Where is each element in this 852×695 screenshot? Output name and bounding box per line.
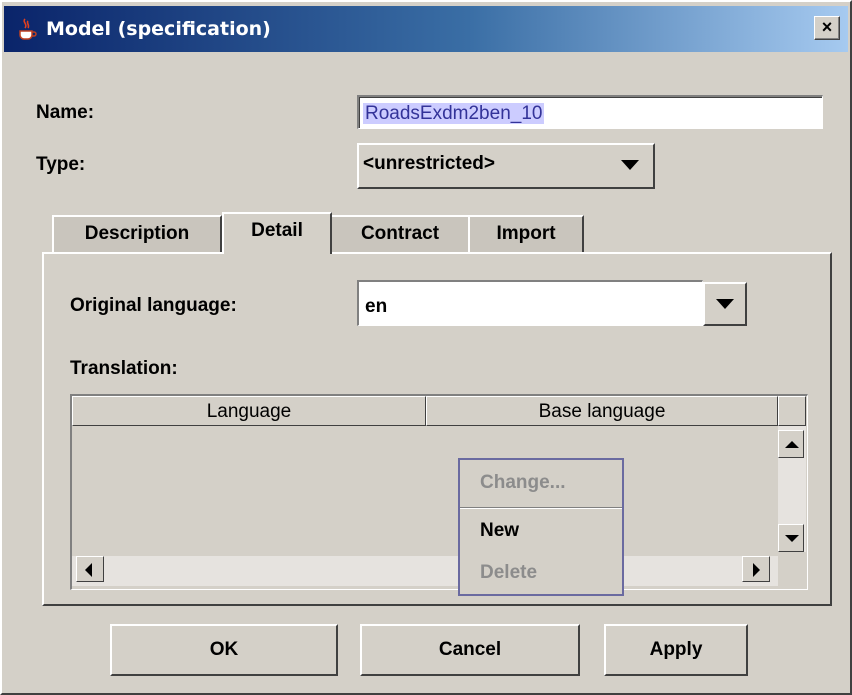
- original-language-dropdown-button[interactable]: [703, 282, 747, 326]
- column-header-base-language[interactable]: Base language: [426, 396, 778, 426]
- title-bar[interactable]: Model (specification) ×: [4, 6, 848, 52]
- close-button[interactable]: ×: [814, 16, 840, 40]
- scroll-right-button[interactable]: [742, 556, 770, 582]
- scroll-left-button[interactable]: [76, 556, 104, 582]
- chevron-down-icon: [716, 299, 734, 309]
- context-menu-delete[interactable]: Delete: [480, 562, 537, 584]
- tab-import[interactable]: Import: [468, 215, 584, 253]
- arrow-down-icon: [785, 535, 799, 542]
- original-language-field[interactable]: en: [357, 280, 703, 326]
- context-menu: Change... New Delete: [458, 458, 624, 596]
- column-header-corner: [778, 396, 806, 426]
- type-label: Type:: [36, 154, 86, 175]
- column-header-base-language-label: Base language: [538, 401, 666, 422]
- java-cup-icon: [14, 16, 40, 42]
- window-title: Model (specification): [46, 18, 271, 40]
- tab-detail[interactable]: Detail: [222, 212, 332, 254]
- translation-label: Translation:: [70, 358, 178, 379]
- type-dropdown-value: <unrestricted>: [363, 153, 495, 174]
- tab-detail-label: Detail: [251, 220, 303, 241]
- name-input[interactable]: RoadsExdm2ben_10: [357, 95, 823, 129]
- dialog-window: Model (specification) × Name: RoadsExdm2…: [0, 0, 852, 695]
- apply-button[interactable]: Apply: [604, 624, 748, 676]
- name-input-value: RoadsExdm2ben_10: [363, 103, 545, 124]
- close-icon: ×: [821, 17, 833, 37]
- context-menu-separator: [460, 507, 622, 509]
- type-dropdown[interactable]: <unrestricted>: [357, 143, 655, 189]
- column-header-language-label: Language: [206, 401, 292, 422]
- tab-import-label: Import: [496, 223, 556, 244]
- name-label: Name:: [36, 102, 95, 123]
- cancel-button-label: Cancel: [438, 639, 502, 660]
- original-language-label: Original language:: [70, 295, 237, 316]
- chevron-down-icon: [621, 160, 639, 170]
- tab-description[interactable]: Description: [52, 215, 222, 253]
- scroll-up-button[interactable]: [778, 430, 804, 458]
- vertical-scrollbar[interactable]: [778, 426, 806, 552]
- horizontal-scrollbar[interactable]: [72, 556, 778, 586]
- arrow-up-icon: [785, 441, 799, 448]
- column-header-language[interactable]: Language: [72, 396, 426, 426]
- arrow-right-icon: [753, 563, 760, 577]
- tab-contract[interactable]: Contract: [330, 215, 470, 253]
- tab-description-label: Description: [84, 223, 190, 244]
- context-menu-change[interactable]: Change...: [480, 472, 566, 494]
- translation-table[interactable]: Language Base language: [70, 394, 808, 590]
- cancel-button[interactable]: Cancel: [360, 624, 580, 676]
- original-language-value: en: [365, 296, 388, 317]
- apply-button-label: Apply: [649, 639, 703, 660]
- scroll-down-button[interactable]: [778, 524, 804, 552]
- context-menu-new[interactable]: New: [480, 520, 519, 542]
- ok-button[interactable]: OK: [110, 624, 338, 676]
- tab-contract-label: Contract: [360, 223, 440, 244]
- ok-button-label: OK: [209, 639, 239, 660]
- arrow-left-icon: [85, 563, 92, 577]
